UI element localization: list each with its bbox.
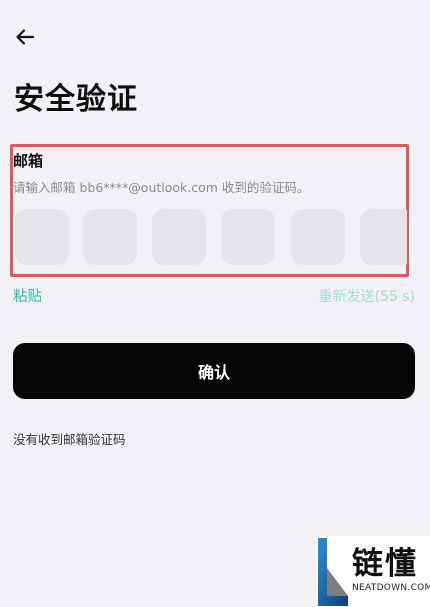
watermark-domain: NEATDOWN.COM: [352, 583, 430, 593]
paste-button[interactable]: 粘贴: [13, 285, 42, 306]
code-digit-1[interactable]: [15, 209, 69, 265]
email-section-label: 邮箱: [13, 152, 44, 170]
resend-countdown: 重新发送(55 s): [318, 289, 415, 305]
arrow-left-icon: [16, 29, 35, 45]
code-digit-6[interactable]: [360, 209, 407, 265]
code-digit-4[interactable]: [221, 209, 275, 265]
watermark-logo-icon: [318, 538, 348, 606]
watermark-name: 链懂: [352, 546, 418, 582]
back-button[interactable]: [12, 24, 38, 50]
no-code-received-link[interactable]: 没有收到邮箱验证码: [13, 429, 126, 448]
confirm-button[interactable]: 确认: [13, 343, 415, 399]
confirm-button-label: 确认: [197, 363, 230, 382]
verification-code-input[interactable]: [15, 209, 407, 265]
email-code-hint: 请输入邮箱 bb6****@outlook.com 收到的验证码。: [13, 180, 310, 195]
page-title: 安全验证: [14, 82, 138, 117]
code-digit-5[interactable]: [291, 209, 345, 265]
code-digit-2[interactable]: [83, 209, 137, 265]
watermark: 链懂 NEATDOWN.COM: [316, 536, 430, 607]
code-digit-3[interactable]: [152, 209, 206, 265]
